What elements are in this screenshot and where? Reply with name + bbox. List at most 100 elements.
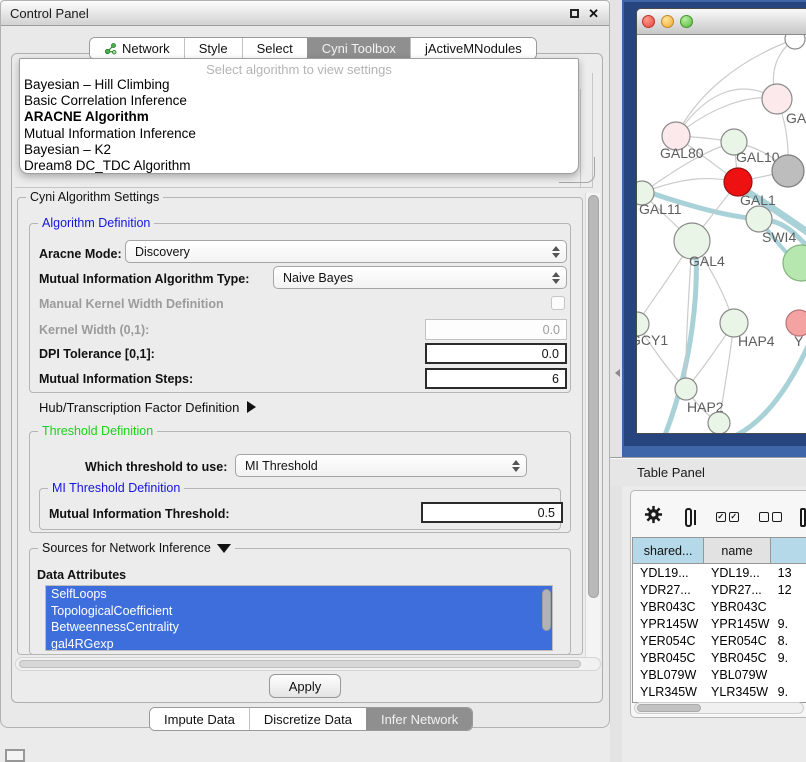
tab-discretize-data[interactable]: Discretize Data bbox=[249, 708, 366, 730]
manual-kernel-width-checkbox[interactable] bbox=[551, 296, 565, 310]
checked-box-icon: ✓ bbox=[729, 512, 739, 522]
mi-threshold-field[interactable]: 0.5 bbox=[421, 502, 563, 523]
table-panel-titlebar[interactable]: Table Panel bbox=[610, 458, 806, 486]
network-node[interactable] bbox=[772, 155, 804, 187]
which-threshold-combobox[interactable]: MI Threshold bbox=[235, 454, 527, 477]
hub-definition-toggle[interactable]: Hub/Transcription Factor Definition bbox=[39, 400, 256, 415]
gear-icon[interactable] bbox=[644, 505, 663, 529]
table-cell: YBR043C bbox=[633, 598, 704, 615]
tab-label: Infer Network bbox=[381, 712, 458, 727]
tab-select[interactable]: Select bbox=[242, 38, 307, 59]
dpi-tolerance-field[interactable]: 0.0 bbox=[425, 343, 567, 364]
dock-button[interactable] bbox=[5, 749, 25, 762]
mi-algorithm-type-label: Mutual Information Algorithm Type: bbox=[39, 272, 249, 286]
table-row[interactable]: YBL079WYBL079W bbox=[633, 666, 806, 683]
table-row[interactable]: YDR27...YDR27...12 bbox=[633, 581, 806, 598]
network-node[interactable] bbox=[708, 412, 730, 434]
table-cell: YDR27... bbox=[704, 581, 771, 598]
tab-style[interactable]: Style bbox=[184, 38, 242, 59]
tab-impute-data[interactable]: Impute Data bbox=[150, 708, 249, 730]
group-title: MI Threshold Definition bbox=[48, 481, 184, 495]
attribute-item[interactable]: gal4RGexp bbox=[46, 636, 552, 652]
algorithm-option[interactable]: Basic Correlation Inference bbox=[20, 93, 578, 109]
field-value: 0.5 bbox=[538, 506, 555, 520]
attribute-item[interactable]: BetweennessCentrality bbox=[46, 619, 552, 636]
kernel-width-label: Kernel Width (0,1): bbox=[39, 323, 149, 337]
float-icon[interactable] bbox=[570, 9, 579, 18]
unselect-all-columns-icon[interactable] bbox=[759, 512, 782, 522]
mac-close-icon[interactable] bbox=[642, 15, 655, 28]
collapsed-arrow-icon bbox=[247, 401, 256, 413]
tab-cyni-toolbox[interactable]: Cyni Toolbox bbox=[307, 38, 410, 59]
kernel-width-field[interactable]: 0.0 bbox=[425, 319, 567, 340]
show-columns-icon[interactable] bbox=[685, 508, 692, 527]
table-row[interactable]: YLR345WYLR345W9. bbox=[633, 683, 806, 700]
mac-minimize-icon[interactable] bbox=[661, 15, 674, 28]
table-cell: YBR043C bbox=[704, 598, 771, 615]
tab-jactivemnodules[interactable]: jActiveMNodules bbox=[410, 38, 536, 59]
attribute-item[interactable]: SelfLoops bbox=[46, 586, 552, 603]
select-all-columns-icon[interactable]: ✓ ✓ bbox=[716, 512, 739, 522]
tab-network[interactable]: Network bbox=[90, 38, 184, 59]
panel-splitter[interactable] bbox=[610, 0, 622, 762]
attribute-item[interactable]: TopologicalCoefficient bbox=[46, 603, 552, 620]
network-node-label: HAP4 bbox=[738, 333, 775, 349]
screen: Control Panel ✕ bbox=[0, 0, 806, 762]
table-row[interactable]: YER054CYER054C8. bbox=[633, 632, 806, 649]
scrollbar-thumb[interactable] bbox=[588, 195, 599, 598]
apply-button-label: Apply bbox=[289, 679, 322, 694]
algorithm-option[interactable]: Mutual Information Inference bbox=[20, 126, 578, 142]
table-cell: YBL079W bbox=[704, 666, 771, 683]
table-body: YDL19...YDL19...13YDR27...YDR27...12YBR0… bbox=[633, 564, 806, 703]
table-row[interactable]: YPR145WYPR145W9. bbox=[633, 615, 806, 632]
table-cell: YDL19... bbox=[704, 564, 771, 581]
settings-horizontal-scrollbar[interactable] bbox=[15, 657, 601, 671]
table-cell: YER054C bbox=[704, 632, 771, 649]
control-panel-window: Control Panel ✕ bbox=[0, 0, 610, 728]
spinner-arrows-icon bbox=[552, 241, 560, 262]
tab-label: Impute Data bbox=[164, 712, 235, 727]
spinner-arrows-icon bbox=[512, 455, 520, 476]
table-toolbar: ✓ ✓ bbox=[630, 503, 806, 531]
network-canvas[interactable]: GALGAL80GAL10GAL1GAL11SWI4GAL4GCY1HAP4YH… bbox=[637, 35, 806, 434]
close-icon[interactable]: ✕ bbox=[588, 7, 599, 20]
algorithm-option[interactable]: Bayesian – K2 bbox=[20, 142, 578, 158]
table-cell: YPR145W bbox=[704, 615, 771, 632]
aracne-mode-label: Aracne Mode: bbox=[39, 247, 122, 261]
mi-algorithm-type-combobox[interactable]: Naive Bayes bbox=[273, 266, 567, 289]
network-node-label: GAL10 bbox=[736, 149, 780, 165]
scrollbar-thumb[interactable] bbox=[19, 660, 581, 668]
tab-infer-network[interactable]: Infer Network bbox=[366, 708, 472, 730]
spinner-arrows-icon bbox=[552, 267, 560, 288]
settings-vertical-scrollbar[interactable] bbox=[585, 193, 600, 658]
sources-toggle[interactable]: Sources for Network Inference bbox=[38, 541, 235, 555]
column-header[interactable] bbox=[771, 538, 806, 563]
data-attributes-list[interactable]: SelfLoopsTopologicalCoefficientBetweenne… bbox=[45, 585, 553, 651]
table-row[interactable]: YDL19...YDL19...13 bbox=[633, 564, 806, 581]
sources-title: Sources for Network Inference bbox=[42, 541, 211, 555]
scrollbar-thumb[interactable] bbox=[637, 704, 701, 712]
aracne-mode-combobox[interactable]: Discovery bbox=[125, 240, 567, 263]
column-header[interactable]: name bbox=[704, 538, 771, 563]
table-row[interactable]: YBR043CYBR043C bbox=[633, 598, 806, 615]
apply-button[interactable]: Apply bbox=[269, 674, 341, 698]
table-cell: 13 bbox=[771, 564, 806, 581]
table-row[interactable]: YBR045CYBR045C9. bbox=[633, 649, 806, 666]
network-node-label: GCY1 bbox=[637, 332, 668, 348]
network-node[interactable] bbox=[675, 378, 697, 400]
export-table-icon[interactable] bbox=[800, 508, 806, 527]
column-header[interactable]: shared... bbox=[633, 538, 704, 563]
tab-label: jActiveMNodules bbox=[425, 41, 522, 56]
algorithm-option[interactable]: Dream8 DC_TDC Algorithm bbox=[20, 158, 578, 174]
algorithm-option[interactable]: ARACNE Algorithm bbox=[20, 109, 578, 125]
network-node[interactable] bbox=[785, 35, 805, 49]
mi-steps-field[interactable]: 6 bbox=[425, 368, 567, 389]
mac-zoom-icon[interactable] bbox=[680, 15, 693, 28]
list-scrollbar-thumb[interactable] bbox=[542, 589, 551, 631]
table-horizontal-scrollbar[interactable] bbox=[634, 702, 804, 714]
splitter-collapse-icon[interactable] bbox=[615, 369, 620, 377]
control-panel-titlebar[interactable]: Control Panel ✕ bbox=[1, 1, 609, 26]
algorithm-option[interactable]: Bayesian – Hill Climbing bbox=[20, 77, 578, 93]
network-window-titlebar[interactable] bbox=[637, 9, 806, 35]
tab-label: Cyni Toolbox bbox=[322, 41, 396, 56]
